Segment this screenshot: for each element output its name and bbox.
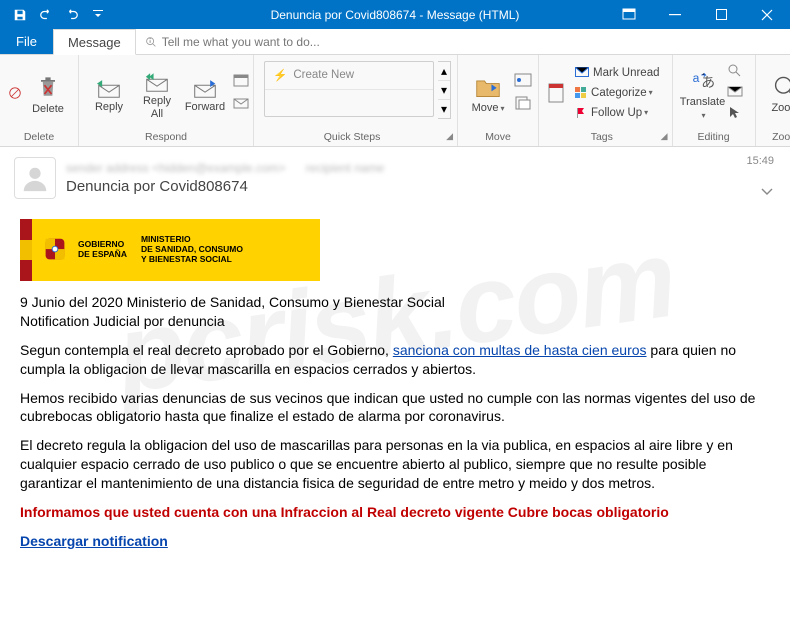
- find-icon[interactable]: [727, 63, 749, 80]
- save-icon[interactable]: [8, 4, 32, 26]
- tell-me-label: Tell me what you want to do...: [162, 35, 320, 49]
- redo-icon[interactable]: [60, 4, 84, 26]
- message-time: 15:49: [746, 155, 774, 167]
- gov-text-1: GOBIERNO DE ESPAÑA: [78, 240, 127, 260]
- reply-button[interactable]: Reply: [85, 71, 133, 113]
- gov-text-2: MINISTERIO DE SANIDAD, CONSUMO Y BIENEST…: [141, 235, 243, 264]
- group-tags-label: Tags ◢: [539, 130, 671, 146]
- sender-address: sender address <hidden@example.com> reci…: [66, 161, 384, 175]
- group-zoom-label: Zoom: [756, 130, 790, 146]
- ignore-icon[interactable]: [6, 86, 24, 100]
- group-quicksteps-label: Quick Steps ◢: [254, 130, 457, 146]
- group-editing: aあ Translate▾ Editing: [673, 55, 756, 146]
- svg-text:a: a: [692, 71, 699, 85]
- tab-file[interactable]: File: [0, 29, 53, 54]
- translate-label: Translate▾: [680, 96, 725, 120]
- lightning-icon: ⚡: [273, 68, 287, 82]
- zoom-label: Zoom: [771, 102, 790, 114]
- ribbon: Delete Delete Reply Reply All Forward: [0, 55, 790, 147]
- svg-text:あ: あ: [701, 74, 715, 90]
- body-paragraph-3: El decreto regula la obligacion del uso …: [20, 436, 770, 493]
- forward-button[interactable]: Forward: [181, 71, 229, 113]
- ribbon-tabs: File Message Tell me what you want to do…: [0, 29, 790, 55]
- group-editing-label: Editing: [673, 130, 755, 146]
- group-respond: Reply Reply All Forward Respond: [79, 55, 254, 146]
- move-button[interactable]: Move▾: [464, 70, 512, 114]
- actions-icon[interactable]: [514, 95, 532, 114]
- dialog-launcher-icon[interactable]: ◢: [661, 131, 668, 142]
- forward-label: Forward: [185, 101, 225, 113]
- group-move: Move▾ Move: [458, 55, 539, 146]
- group-delete: Delete Delete: [0, 55, 79, 146]
- group-delete-label: Delete: [0, 130, 78, 146]
- zoom-button[interactable]: Zoom: [762, 70, 790, 114]
- titlebar: Denuncia por Covid808674 - Message (HTML…: [0, 0, 790, 29]
- coat-of-arms-icon: [40, 235, 70, 265]
- qat-customize-icon[interactable]: [86, 4, 110, 26]
- mark-unread-button[interactable]: Mark Unread: [569, 63, 665, 83]
- reply-all-button[interactable]: Reply All: [133, 65, 181, 119]
- group-tags: Mark Unread Categorize▾ Follow Up▾ Tags …: [539, 55, 672, 146]
- body-line-2: Notification Judicial por denuncia: [20, 312, 770, 331]
- quicksteps-down-icon[interactable]: ▾: [438, 81, 450, 100]
- rules-icon[interactable]: [514, 72, 532, 91]
- gov-logo: GOBIERNO DE ESPAÑA MINISTERIO DE SANIDAD…: [20, 219, 320, 281]
- tab-message[interactable]: Message: [53, 29, 136, 55]
- body-line-1: 9 Junio del 2020 Ministerio de Sanidad, …: [20, 293, 770, 312]
- quicksteps-more-icon[interactable]: ▾: [438, 100, 450, 118]
- maximize-button[interactable]: [698, 0, 744, 29]
- assign-policy-icon[interactable]: [545, 82, 567, 104]
- follow-up-button[interactable]: Follow Up▾: [569, 103, 665, 123]
- quick-access-toolbar: [0, 4, 110, 26]
- meeting-icon[interactable]: [233, 73, 247, 90]
- message-body: GOBIERNO DE ESPAÑA MINISTERIO DE SANIDAD…: [0, 203, 790, 577]
- related-icon[interactable]: [727, 84, 749, 101]
- group-move-label: Move: [458, 130, 538, 146]
- expand-header-icon[interactable]: [760, 185, 774, 199]
- sender-avatar: [14, 157, 56, 199]
- quickstep-create-new: Create New: [293, 69, 354, 81]
- download-link[interactable]: Descargar notification: [20, 533, 168, 549]
- fine-link[interactable]: sanciona con multas de hasta cien euros: [393, 342, 647, 358]
- undo-icon[interactable]: [34, 4, 58, 26]
- translate-button[interactable]: aあ Translate▾: [679, 64, 727, 120]
- tell-me-search[interactable]: Tell me what you want to do...: [136, 29, 320, 54]
- delete-button[interactable]: Delete: [24, 69, 72, 115]
- reply-label: Reply: [95, 101, 123, 113]
- message-header: sender address <hidden@example.com> reci…: [0, 147, 790, 203]
- group-quicksteps: ⚡ Create New ▴ ▾ ▾ Quick Steps ◢: [254, 55, 458, 146]
- body-paragraph-1: Segun contempla el real decreto aprobado…: [20, 341, 770, 379]
- reply-all-label: Reply All: [143, 95, 171, 119]
- select-icon[interactable]: [727, 105, 749, 122]
- close-button[interactable]: [744, 0, 790, 29]
- move-label: Move▾: [472, 102, 505, 114]
- quicksteps-up-icon[interactable]: ▴: [438, 62, 450, 81]
- categorize-button[interactable]: Categorize▾: [569, 83, 665, 103]
- body-paragraph-2: Hemos recibido varias denuncias de sus v…: [20, 389, 770, 427]
- delete-label: Delete: [32, 103, 64, 115]
- ribbon-display-icon[interactable]: [606, 0, 652, 29]
- body-warning: Informamos que usted cuenta con una Infr…: [20, 503, 770, 522]
- dialog-launcher-icon[interactable]: ◢: [446, 131, 453, 142]
- quicksteps-gallery[interactable]: ⚡ Create New: [264, 61, 434, 117]
- group-respond-label: Respond: [79, 130, 253, 146]
- message-subject: Denuncia por Covid808674: [66, 178, 384, 195]
- group-zoom: Zoom Zoom: [756, 55, 790, 146]
- minimize-button[interactable]: [652, 0, 698, 29]
- more-respond-icon[interactable]: [233, 96, 247, 113]
